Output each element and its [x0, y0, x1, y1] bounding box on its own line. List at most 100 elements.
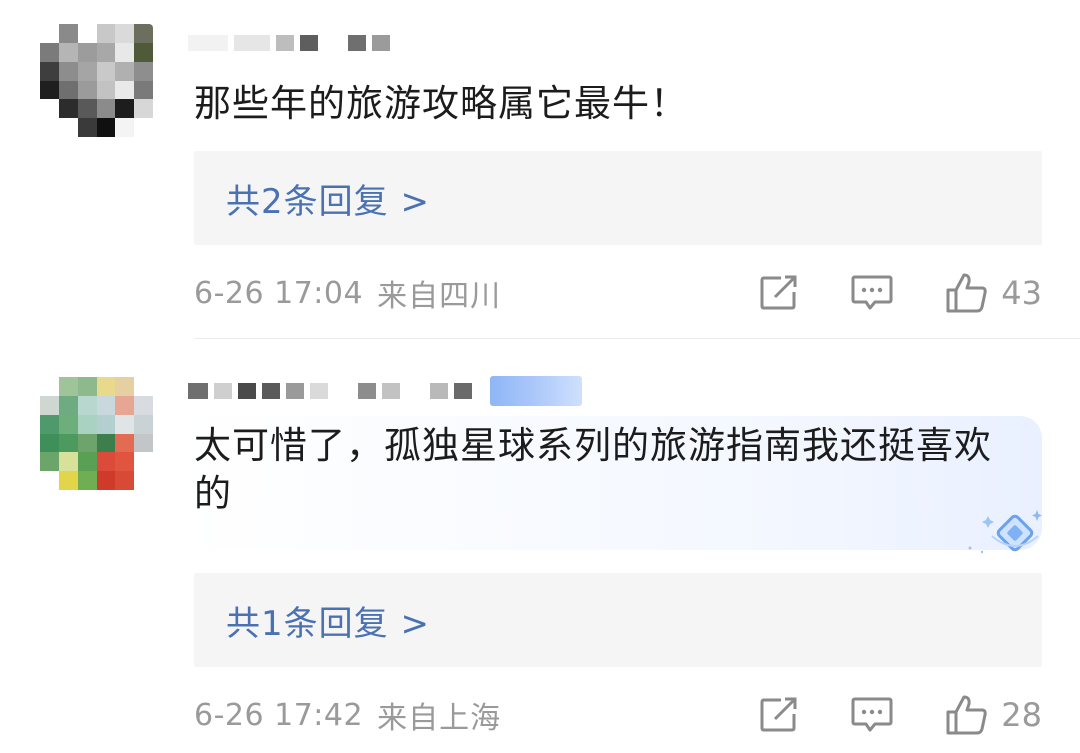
avatar-pixel [134, 80, 153, 100]
avatar-pixel [77, 414, 97, 434]
like-icon [946, 695, 987, 735]
like-count: 28 [1001, 696, 1042, 734]
avatar-pixel [134, 99, 153, 119]
avatar-pixel [58, 377, 78, 396]
avatar-pixel [40, 452, 59, 472]
comment-time: 6-26 17:04 [194, 275, 364, 311]
avatar-pixel [77, 80, 97, 100]
comment-time: 6-26 17:42 [194, 697, 364, 733]
avatar-pixel [77, 24, 97, 43]
avatar-pixel [96, 61, 116, 81]
avatar-pixel [96, 377, 116, 396]
avatar-pixel [40, 433, 59, 453]
avatar-pixel [96, 471, 116, 490]
avatar-pixel [40, 471, 59, 490]
avatar-pixel [96, 80, 116, 100]
username-blurred[interactable] [188, 376, 582, 406]
replies-label: 共2条回复 > [226, 181, 430, 222]
avatar-pixel [77, 433, 97, 453]
avatar-pixel [96, 24, 116, 43]
comment-button[interactable] [851, 274, 893, 312]
avatar-pixel [77, 377, 97, 396]
avatar-pixel [134, 24, 153, 43]
avatar-pixel [115, 377, 135, 396]
comment-icon [851, 697, 893, 732]
diamond-sparkle-icon [968, 510, 1042, 554]
comment-actions: 28 [759, 692, 1042, 738]
avatar-pixel [40, 395, 59, 415]
avatar-pixel [115, 452, 135, 472]
share-button[interactable] [759, 275, 799, 311]
avatar-pixel [115, 24, 135, 43]
avatar-pixel [40, 118, 59, 137]
comment-text: 太可惜了，孤独星球系列的旅游指南我还挺喜欢的 [194, 424, 992, 515]
avatar-pixel [58, 24, 78, 43]
share-button[interactable] [759, 697, 799, 733]
avatar-pixel [58, 395, 78, 415]
avatar-pixel [77, 99, 97, 119]
avatar-pixel [96, 42, 116, 62]
avatar-pixel [134, 414, 153, 434]
avatar-pixel [134, 118, 153, 137]
avatar-pixel [96, 99, 116, 119]
avatar-pixel [58, 61, 78, 81]
avatar[interactable] [40, 377, 153, 490]
avatar-pixel [134, 42, 153, 62]
view-replies-button[interactable]: 共1条回复 > [194, 573, 1042, 667]
avatar-pixel [77, 452, 97, 472]
comment-button[interactable] [851, 696, 893, 734]
avatar-pixel [115, 61, 135, 81]
avatar-pixel [77, 395, 97, 415]
avatar-pixel [58, 118, 78, 137]
avatar-pixel [115, 414, 135, 434]
avatar-pixel [77, 61, 97, 81]
like-button[interactable]: 43 [945, 272, 1042, 314]
comment-actions: 43 [759, 270, 1042, 316]
avatar-pixel [115, 99, 135, 119]
comment-meta: 6-26 17:42 来自上海 28 [194, 692, 1042, 738]
comment-meta: 6-26 17:04 来自四川 43 [194, 270, 1042, 316]
avatar-pixel [115, 471, 135, 490]
avatar-pixel [77, 118, 97, 137]
avatar-pixel [58, 80, 78, 100]
like-button[interactable]: 28 [945, 694, 1042, 736]
avatar-pixel [96, 414, 116, 434]
like-count: 43 [1001, 274, 1042, 312]
comment-item: 太可惜了，孤独星球系列的旅游指南我还挺喜欢的 共1条回复 > 6-26 17:4… [0, 340, 1080, 753]
avatar-pixel [96, 118, 116, 137]
avatar-pixel [40, 414, 59, 434]
avatar-pixel [96, 395, 116, 415]
comment-item: 那些年的旅游攻略属它最牛！ 共2条回复 > 6-26 17:04 来自四川 43 [0, 0, 1080, 340]
comment-location: 来自四川 [377, 279, 502, 314]
avatar-pixel [115, 118, 135, 137]
username-blurred[interactable] [188, 28, 390, 58]
comment-icon [851, 275, 893, 310]
avatar-pixel [40, 80, 59, 100]
avatar-pixel [77, 471, 97, 490]
avatar-pixel [58, 452, 78, 472]
replies-label: 共1条回复 > [226, 603, 430, 644]
avatar-pixel [96, 433, 116, 453]
avatar-pixel [134, 61, 153, 81]
comment-text: 那些年的旅游攻略属它最牛！ [194, 82, 688, 125]
avatar-pixel [58, 42, 78, 62]
avatar-pixel [134, 377, 153, 396]
avatar-pixel [96, 452, 116, 472]
avatar-pixel [40, 24, 59, 43]
avatar-pixel [40, 99, 59, 119]
avatar-pixel [58, 471, 78, 490]
avatar-pixel [115, 80, 135, 100]
like-icon [946, 273, 987, 313]
avatar-pixel [115, 395, 135, 415]
comment-location: 来自上海 [377, 701, 502, 736]
avatar-pixel [40, 61, 59, 81]
avatar[interactable] [40, 24, 153, 137]
avatar-pixel [77, 42, 97, 62]
avatar-pixel [115, 433, 135, 453]
view-replies-button[interactable]: 共2条回复 > [194, 151, 1042, 245]
avatar-pixel [134, 433, 153, 453]
share-icon [760, 697, 797, 732]
avatar-pixel [134, 471, 153, 490]
avatar-pixel [40, 377, 59, 396]
user-badge [490, 376, 582, 406]
